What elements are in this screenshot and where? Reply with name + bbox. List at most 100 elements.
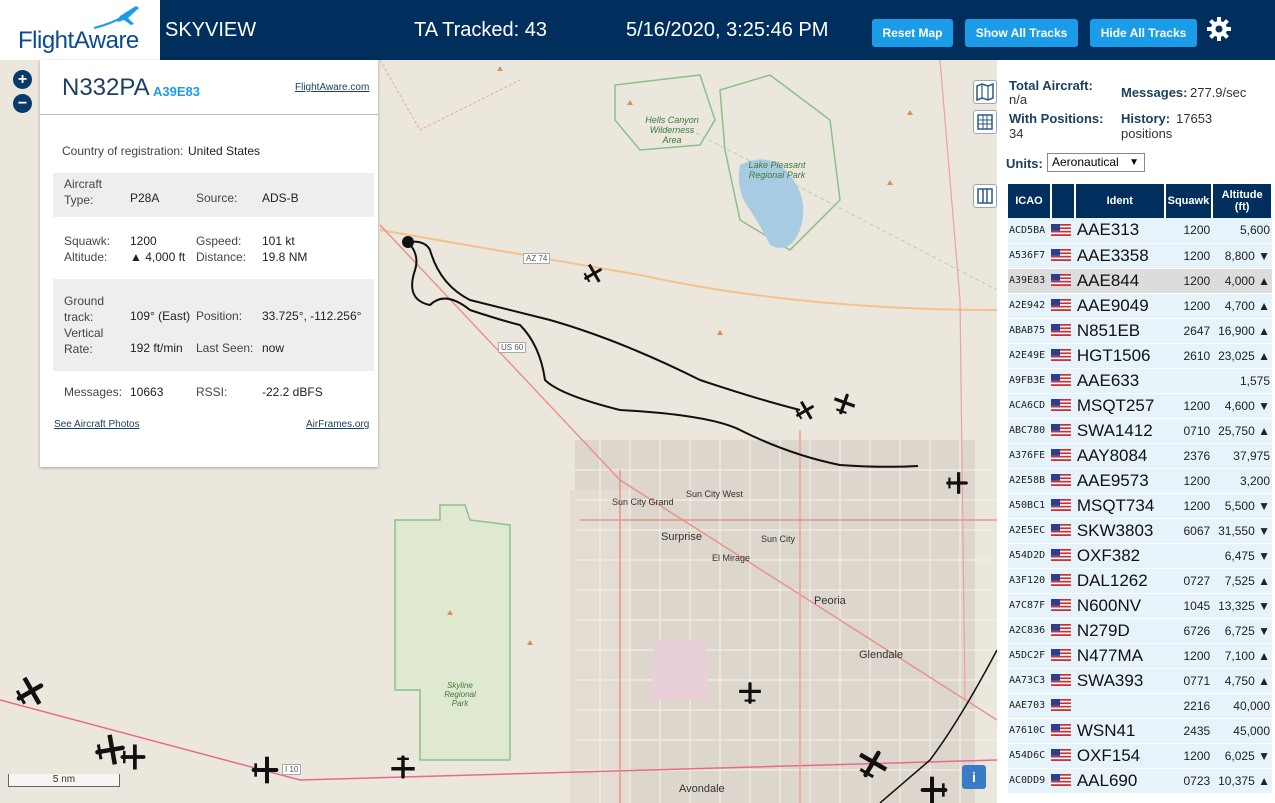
aircraft-icon[interactable] bbox=[389, 753, 417, 781]
flag-cell bbox=[1050, 568, 1075, 594]
icao-cell: ABC780 bbox=[1008, 418, 1051, 444]
icao-cell: A3F120 bbox=[1008, 568, 1051, 594]
col-ident[interactable]: Ident bbox=[1074, 184, 1166, 218]
table-row[interactable]: A376FE AAY8084 2376 37,975 bbox=[1008, 443, 1272, 469]
aircraft-photos-link[interactable]: See Aircraft Photos bbox=[54, 419, 140, 430]
table-row[interactable]: ACD5BA AAE313 1200 5,600 bbox=[1008, 218, 1272, 244]
aircraft-info-panel: N332PA A39E83 FlightAware.com Country of… bbox=[40, 60, 378, 467]
table-row[interactable]: A2E5EC SKW3803 6067 31,550 ▼ bbox=[1008, 518, 1272, 544]
aircraft-icon[interactable] bbox=[944, 470, 970, 496]
altitude-cell: 37,975 bbox=[1212, 443, 1272, 469]
icao-cell: A54D2D bbox=[1008, 543, 1051, 569]
flightaware-logo[interactable]: FlightAware bbox=[0, 0, 160, 60]
altitude-label: Altitude: bbox=[64, 250, 108, 264]
altitude-cell: 4,750 ▲ bbox=[1212, 668, 1272, 694]
table-row[interactable]: A7610C WSN41 2435 45,000 bbox=[1008, 718, 1272, 744]
show-all-tracks-button[interactable]: Show All Tracks bbox=[965, 19, 1078, 47]
table-row[interactable]: A2E942 AAE9049 1200 4,700 ▲ bbox=[1008, 293, 1272, 319]
messages-row: Messages: 10663 RSSI: -22.2 dBFS bbox=[53, 385, 374, 405]
table-row[interactable]: A39E83 AAE844 1200 4,000 ▲ bbox=[1008, 268, 1272, 294]
us-flag-icon bbox=[1050, 699, 1071, 712]
table-row[interactable]: A54D2D OXF382 6,475 ▼ bbox=[1008, 543, 1272, 569]
datetime: 5/16/2020, 3:25:46 PM bbox=[626, 19, 829, 41]
aircraft-icon[interactable] bbox=[581, 262, 605, 286]
table-row[interactable]: A50BC1 MSQT734 1200 5,500 ▼ bbox=[1008, 493, 1272, 519]
altitude-cell: 10,375 ▲ bbox=[1212, 768, 1272, 794]
table-row[interactable]: ABAB75 N851EB 2647 16,900 ▲ bbox=[1008, 318, 1272, 344]
col-altitude[interactable]: Altitude (ft) bbox=[1212, 184, 1273, 218]
squawk-cell: 6067 bbox=[1164, 518, 1213, 544]
aircraft-icon[interactable] bbox=[249, 754, 281, 786]
altitude-cell: 13,325 ▼ bbox=[1212, 593, 1272, 619]
table-row[interactable]: AA73C3 SWA393 0771 4,750 ▲ bbox=[1008, 668, 1272, 694]
us-flag-icon bbox=[1050, 524, 1071, 537]
gspeed-value: 101 kt bbox=[262, 234, 295, 248]
table-row[interactable]: A5DC2F N477MA 1200 7,100 ▲ bbox=[1008, 643, 1272, 669]
gear-icon[interactable] bbox=[1206, 16, 1232, 42]
aircraft-icon[interactable] bbox=[854, 746, 890, 782]
table-row[interactable]: A2E49E HGT1506 2610 23,025 ▲ bbox=[1008, 343, 1272, 369]
reset-map-button[interactable]: Reset Map bbox=[872, 19, 953, 47]
aircraft-icon[interactable] bbox=[12, 674, 48, 710]
altitude-cell: 3,200 bbox=[1212, 468, 1272, 494]
icao-cell: A2E942 bbox=[1008, 293, 1051, 319]
flag-cell bbox=[1050, 393, 1075, 419]
columns-toggle-button[interactable] bbox=[973, 184, 997, 208]
flag-cell bbox=[1050, 368, 1075, 394]
table-row[interactable]: AAE703 2216 40,000 bbox=[1008, 693, 1272, 719]
map-layers-button[interactable] bbox=[973, 80, 997, 104]
flag-cell bbox=[1050, 743, 1075, 769]
table-row[interactable]: ABC780 SWA1412 0710 25,750 ▲ bbox=[1008, 418, 1272, 444]
info-button[interactable]: i bbox=[962, 765, 986, 789]
table-row[interactable]: A7C87F N600NV 1045 13,325 ▼ bbox=[1008, 593, 1272, 619]
flightaware-link[interactable]: FlightAware.com bbox=[295, 82, 369, 93]
table-row[interactable]: A9FB3E AAE633 1,575 bbox=[1008, 368, 1272, 394]
zoom-out-button[interactable]: − bbox=[13, 94, 32, 113]
us-flag-icon bbox=[1050, 224, 1071, 237]
ident-cell: SKW3803 bbox=[1074, 518, 1165, 544]
altitude-cell: 1,575 bbox=[1212, 368, 1272, 394]
grid-toggle-button[interactable] bbox=[973, 110, 997, 134]
squawk-cell: 2610 bbox=[1164, 343, 1213, 369]
table-row[interactable]: ACA6CD MSQT257 1200 4,600 ▼ bbox=[1008, 393, 1272, 419]
flag-cell bbox=[1050, 218, 1075, 244]
icao-cell: ABAB75 bbox=[1008, 318, 1051, 344]
place-sun-city-west: Sun City West bbox=[686, 489, 743, 499]
us-flag-icon bbox=[1050, 749, 1071, 762]
us-flag-icon bbox=[1050, 374, 1071, 387]
ident-cell: SWA1412 bbox=[1074, 418, 1165, 444]
zoom-in-button[interactable]: + bbox=[13, 70, 32, 89]
aircraft-icon[interactable] bbox=[831, 391, 857, 417]
col-icao[interactable]: ICAO bbox=[1008, 184, 1052, 218]
table-row[interactable]: AC0DD9 AAL690 0723 10,375 ▲ bbox=[1008, 768, 1272, 794]
place-glendale: Glendale bbox=[859, 649, 904, 661]
aircraft-icon[interactable] bbox=[118, 742, 148, 772]
squawk-cell bbox=[1164, 368, 1213, 394]
units-select[interactable]: Aeronautical ▼ bbox=[1047, 153, 1145, 172]
col-flag[interactable] bbox=[1050, 184, 1076, 218]
table-row[interactable]: A2C836 N279D 6726 6,725 ▼ bbox=[1008, 618, 1272, 644]
place-surprise: Surprise bbox=[661, 531, 702, 543]
aircraft-icon[interactable] bbox=[918, 774, 950, 803]
airframes-link[interactable]: AirFrames.org bbox=[306, 419, 369, 430]
table-row[interactable]: A3F120 DAL1262 0727 7,525 ▲ bbox=[1008, 568, 1272, 594]
aircraft-icon[interactable] bbox=[737, 680, 763, 706]
hide-all-tracks-button[interactable]: Hide All Tracks bbox=[1090, 19, 1197, 47]
position-value: 33.725°, -112.256° bbox=[262, 309, 362, 323]
aircraft-icon[interactable] bbox=[793, 399, 817, 423]
table-row[interactable]: A536F7 AAE3358 1200 8,800 ▼ bbox=[1008, 243, 1272, 269]
icao-cell: AC0DD9 bbox=[1008, 768, 1051, 794]
col-squawk[interactable]: Squawk bbox=[1164, 184, 1214, 218]
table-row[interactable]: A2E58B AAE9573 1200 3,200 bbox=[1008, 468, 1272, 494]
flag-cell bbox=[1050, 618, 1075, 644]
type-label: Aircraft Type: bbox=[64, 177, 103, 207]
icao-cell: A7C87F bbox=[1008, 593, 1051, 619]
ident-cell: N851EB bbox=[1074, 318, 1165, 344]
distance-label: Distance: bbox=[196, 250, 247, 264]
icao-cell: A2E49E bbox=[1008, 343, 1051, 369]
grid-icon bbox=[977, 114, 993, 130]
ident-cell: AAE9049 bbox=[1074, 293, 1165, 319]
track-label: Ground track: bbox=[64, 294, 105, 324]
table-row[interactable]: A54D6C OXF154 1200 6,025 ▼ bbox=[1008, 743, 1272, 769]
flag-cell bbox=[1050, 418, 1075, 444]
